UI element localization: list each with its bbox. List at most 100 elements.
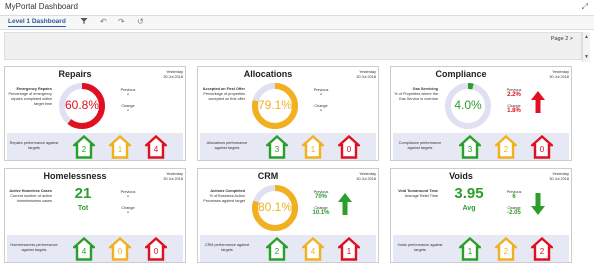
toolbar: Level 1 Dashboard ↶ ↷ ↺ xyxy=(0,16,594,30)
gauge-value: 80.1% xyxy=(257,200,293,214)
target-house-green-icon[interactable]: 3 xyxy=(459,135,481,159)
kpi-value: 3.95 xyxy=(454,185,484,202)
date-value: 30 Jul 2018 xyxy=(356,177,376,181)
performance-label: Allocations performance against targets xyxy=(206,141,248,150)
previous-block: Previous 2.2% xyxy=(499,88,529,98)
change-block: Change -2.05 xyxy=(499,206,529,216)
metric-description: Average Relet Time xyxy=(404,194,438,198)
window-title: MyPortal Dashboard xyxy=(5,2,78,11)
target-house-red-icon[interactable]: 2 xyxy=(531,237,553,261)
change-value: - xyxy=(320,108,322,114)
metric-label: Emergency Repairs Percentage of emergency… xyxy=(8,87,52,107)
window-titlebar: MyPortal Dashboard ⤢ xyxy=(0,0,594,16)
date-block: Yesterday 30 Jul 2018 xyxy=(332,70,376,80)
performance-label: CRM performance against targets xyxy=(204,243,250,252)
tab-level1-dashboard[interactable]: Level 1 Dashboard xyxy=(8,18,66,27)
panel-homelessness[interactable]: Homelessness Yesterday 30 Jul 2018 Active H… xyxy=(4,168,186,263)
panel-crm[interactable]: CRM Yesterday 30 Jul 2018 Actions Completed… xyxy=(197,168,379,263)
donut-gauge: 79.1% xyxy=(250,81,300,131)
date-block: Yesterday 30 Jul 2018 xyxy=(332,172,376,182)
panel-allocations[interactable]: Allocations Yesterday 30 Jul 2018 Accepted … xyxy=(197,66,379,161)
donut-gauge: 4.0% xyxy=(443,81,493,131)
performance-bar: CRM performance against targets 2 4 1 xyxy=(200,235,376,262)
redo-icon[interactable]: ↷ xyxy=(118,17,125,26)
target-house-green-icon[interactable]: 1 xyxy=(459,237,481,261)
target-house-green-icon[interactable]: 4 xyxy=(73,237,95,261)
target-count: 4 xyxy=(153,145,159,154)
previous-value: 70% xyxy=(314,194,327,200)
previous-value: 6 xyxy=(512,194,516,200)
previous-value: - xyxy=(320,92,322,98)
trend-down-icon xyxy=(531,193,545,215)
gauge-value: 79.1% xyxy=(257,98,293,112)
page-next-link[interactable]: Page 2 > xyxy=(551,36,573,42)
kpi-subtitle: Tot xyxy=(77,205,89,212)
metric-description: % of Business Action Processes against t… xyxy=(203,194,245,203)
metric-description: Percentage of emergency repairs complete… xyxy=(8,92,52,106)
target-count: 4 xyxy=(81,247,87,256)
performance-label: Voids performance against targets xyxy=(397,243,443,252)
change-value: - xyxy=(127,108,129,114)
metric-label: Actions Completed% of Business Action Pr… xyxy=(201,189,245,204)
donut-gauge: 60.8% xyxy=(57,81,107,131)
panel-title: Allocations xyxy=(243,69,293,79)
scrollbar[interactable]: ▲ ▼ xyxy=(582,32,590,62)
panel-repairs[interactable]: Repairs Yesterday 30 Jul 2018 Emergency Rep… xyxy=(4,66,186,161)
change-value: - xyxy=(127,210,129,216)
previous-value: - xyxy=(127,194,129,200)
filter-icon[interactable] xyxy=(80,17,88,27)
metric-label: Accepted on First Offer Percentage of pro… xyxy=(201,87,245,102)
target-house-amber-icon[interactable]: 0 xyxy=(109,237,131,261)
change-block: Change 10.1% xyxy=(306,206,336,216)
target-count: 2 xyxy=(539,247,545,256)
performance-bar: Homelessness performance against targets… xyxy=(7,235,183,262)
target-house-amber-icon[interactable]: 1 xyxy=(109,135,131,159)
panel-voids[interactable]: Voids Yesterday 30 Jul 2018 Void Turnaround… xyxy=(390,168,572,263)
target-house-green-icon[interactable]: 2 xyxy=(73,135,95,159)
performance-bar: Voids performance against targets 1 2 2 xyxy=(393,235,569,262)
undo-icon[interactable]: ↶ xyxy=(100,17,107,26)
target-house-amber-icon[interactable]: 2 xyxy=(495,237,517,261)
trend-up-icon xyxy=(531,91,545,113)
change-value: 10.1% xyxy=(312,210,330,216)
target-house-red-icon[interactable]: 0 xyxy=(338,135,360,159)
date-block: Yesterday 30 Jul 2018 xyxy=(525,172,569,182)
gauge-value: 4.0% xyxy=(454,98,482,112)
target-house-amber-icon[interactable]: 2 xyxy=(495,135,517,159)
previous-block: Previous - xyxy=(113,190,143,200)
target-house-red-icon[interactable]: 1 xyxy=(338,237,360,261)
reset-icon[interactable]: ↺ xyxy=(137,17,144,26)
date-value: 30 Jul 2018 xyxy=(549,177,569,181)
panel-title: Voids xyxy=(449,171,473,181)
target-house-green-icon[interactable]: 2 xyxy=(266,237,288,261)
previous-value: - xyxy=(127,92,129,98)
performance-label: Compliance performance against targets xyxy=(398,141,442,150)
target-house-red-icon[interactable]: 0 xyxy=(145,237,167,261)
scroll-up-icon[interactable]: ▲ xyxy=(584,34,589,40)
date-block: Yesterday 30 Jul 2018 xyxy=(139,172,183,182)
target-house-amber-icon[interactable]: 1 xyxy=(302,135,324,159)
target-count: 2 xyxy=(503,145,509,154)
target-house-green-icon[interactable]: 3 xyxy=(266,135,288,159)
scroll-down-icon[interactable]: ▼ xyxy=(584,54,589,60)
expand-icon[interactable]: ⤢ xyxy=(582,2,588,12)
target-house-red-icon[interactable]: 0 xyxy=(531,135,553,159)
change-block: Change - xyxy=(113,104,143,114)
target-count: 1 xyxy=(117,145,123,154)
change-block: Change 1.8% xyxy=(499,104,529,114)
date-block: Yesterday 30 Jul 2018 xyxy=(525,70,569,80)
target-house-red-icon[interactable]: 4 xyxy=(145,135,167,159)
performance-label: Homelessness performance against targets xyxy=(10,243,58,252)
panel-title: Repairs xyxy=(58,69,92,79)
target-count: 2 xyxy=(503,247,509,256)
trend-up-icon xyxy=(338,193,352,215)
metric-label: Active Homeless Cases Current number of a… xyxy=(8,189,52,204)
date-block: Yesterday 30 Jul 2018 xyxy=(139,70,183,80)
change-value: 1.8% xyxy=(507,108,521,114)
date-value: 30 Jul 2018 xyxy=(163,177,183,181)
metric-description: Current number of active homelessness ca… xyxy=(10,194,52,203)
change-block: Change - xyxy=(306,104,336,114)
target-house-amber-icon[interactable]: 4 xyxy=(302,237,324,261)
panel-compliance[interactable]: Compliance Yesterday 30 Jul 2018 Gas Servic… xyxy=(390,66,572,161)
previous-block: Previous 6 xyxy=(499,190,529,200)
